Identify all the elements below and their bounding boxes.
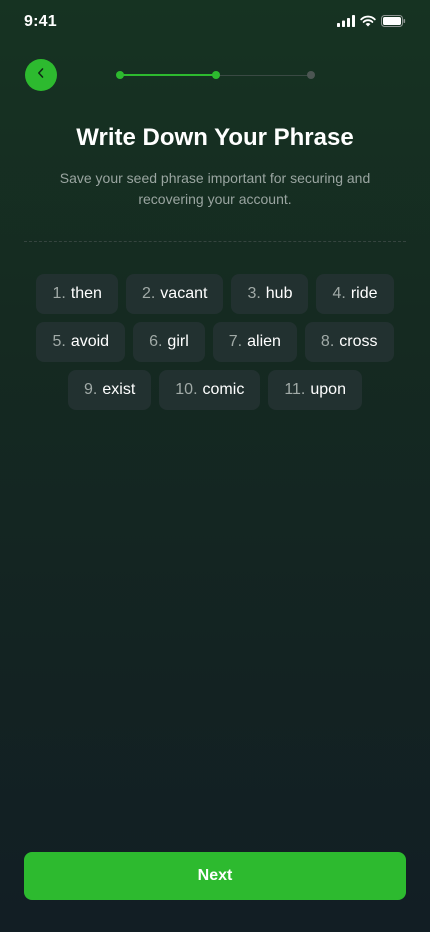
phrase-word-number: 6. [149, 333, 163, 350]
cellular-signal-icon [337, 15, 355, 27]
progress-track-remaining [216, 74, 311, 76]
progress-step-3 [307, 71, 315, 79]
battery-icon [381, 15, 406, 27]
phrase-word: upon [310, 381, 346, 398]
phrase-word: exist [102, 381, 136, 398]
divider [24, 241, 406, 242]
step-progress-indicator [116, 70, 316, 80]
status-icons [337, 15, 406, 27]
phrase-word-number: 5. [52, 333, 66, 350]
phrase-word-chip: 3. hub [231, 274, 309, 314]
seed-phrase-grid: 1. then 2. vacant 3. hub 4. ride 5. avoi… [24, 274, 406, 410]
phrase-word-chip: 9. exist [68, 370, 152, 410]
phrase-word-chip: 2. vacant [125, 274, 224, 314]
page-subtitle: Save your seed phrase important for secu… [59, 170, 371, 207]
status-bar: 9:41 [0, 0, 430, 44]
phrase-word-number: 9. [84, 381, 98, 398]
phrase-word-number: 3. [247, 285, 261, 302]
phrase-word: hub [265, 285, 293, 302]
phrase-word-chip: 8. cross [304, 322, 394, 362]
phrase-word: ride [350, 285, 378, 302]
wifi-icon [360, 15, 376, 27]
phrase-word-chip: 10. comic [159, 370, 261, 410]
status-time: 9:41 [24, 13, 57, 30]
progress-step-1 [116, 71, 124, 79]
phrase-word-number: 11. [284, 381, 306, 398]
phrase-word-chip: 4. ride [316, 274, 394, 314]
phrase-word-number: 4. [332, 285, 346, 302]
phrase-word: cross [339, 333, 378, 350]
next-button[interactable]: Next [24, 852, 406, 900]
phrase-word: vacant [160, 285, 208, 302]
phrase-word-number: 10. [175, 381, 198, 398]
phrase-word-chip: 11. upon [268, 370, 362, 410]
phrase-word-number: 8. [320, 333, 335, 350]
phrase-word-chip: 7. alien [212, 322, 297, 362]
phrase-word-number: 2. [141, 285, 156, 302]
phrase-word: avoid [70, 333, 110, 350]
phrase-word: alien [247, 333, 281, 350]
page-title: Write Down Your Phrase [76, 124, 354, 151]
chevron-left-icon [36, 66, 46, 84]
progress-track-completed [120, 74, 216, 76]
phrase-word: comic [202, 381, 245, 398]
phrase-word-chip: 6. girl [133, 322, 205, 362]
progress-step-2 [212, 71, 220, 79]
phrase-word-chip: 5. avoid [36, 322, 126, 362]
phrase-word-chip: 1. then [36, 274, 118, 314]
phrase-word: girl [167, 333, 189, 350]
phrase-word-number: 7. [228, 333, 243, 350]
back-button[interactable] [25, 59, 57, 91]
phrase-word-number: 1. [52, 285, 66, 302]
phrase-word: then [70, 285, 102, 302]
